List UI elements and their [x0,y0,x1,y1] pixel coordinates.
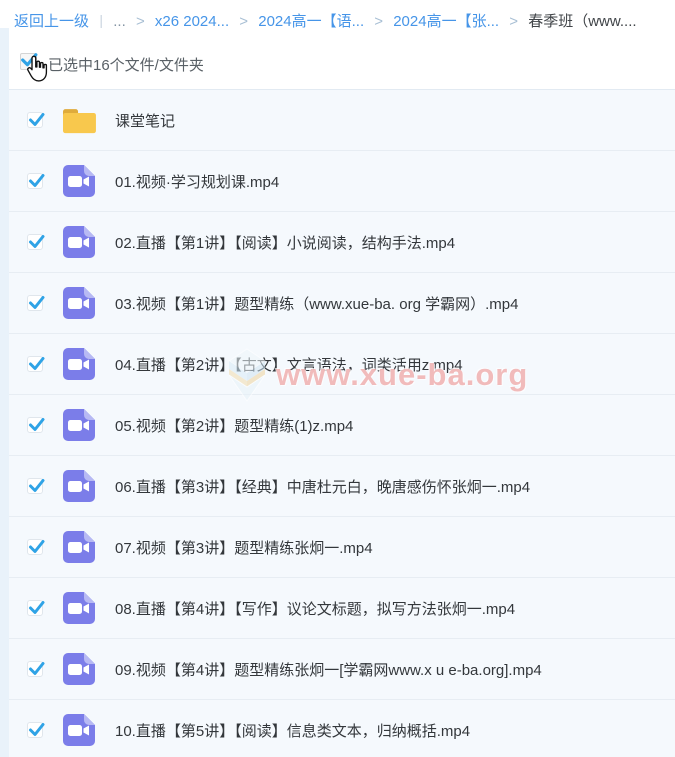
file-checkbox[interactable] [27,417,43,433]
video-file-icon [60,589,98,627]
video-file-icon [60,162,98,200]
file-name[interactable]: 04.直播【第2讲】【古文】文言语法，词类活用z.mp4 [115,354,463,375]
video-file-icon [60,711,98,749]
checkmark-icon [19,50,39,70]
selection-bar: 已选中16个文件/文件夹 [9,28,675,90]
file-row[interactable]: 08.直播【第4讲】【写作】议论文标题，拟写方法张炯一.mp4 [9,578,675,639]
checkmark-icon [27,659,46,678]
left-margin-strip [0,28,9,757]
file-checkbox[interactable] [27,356,43,372]
video-file-icon [60,284,98,322]
file-name[interactable]: 02.直播【第1讲】【阅读】小说阅读，结构手法.mp4 [115,232,455,253]
file-name[interactable]: 08.直播【第4讲】【写作】议论文标题，拟写方法张炯一.mp4 [115,598,515,619]
checkmark-icon [27,598,46,617]
file-row[interactable]: 09.视频【第4讲】题型精练张炯一[学霸网www.x u e-ba.org].m… [9,639,675,700]
checkmark-icon [27,720,46,739]
file-row[interactable]: 10.直播【第5讲】【阅读】信息类文本，归纳概括.mp4 [9,700,675,757]
file-name[interactable]: 09.视频【第4讲】题型精练张炯一[学霸网www.x u e-ba.org].m… [115,659,542,680]
file-name[interactable]: 06.直播【第3讲】【经典】中唐杜元白，晚唐感伤怀张炯一.mp4 [115,476,530,497]
file-row[interactable]: 03.视频【第1讲】题型精练（www.xue-ba. org 学霸网）.mp4 [9,273,675,334]
file-checkbox[interactable] [27,173,43,189]
video-file-icon [60,223,98,261]
file-name[interactable]: 05.视频【第2讲】题型精练(1)z.mp4 [115,415,353,436]
folder-icon [60,101,98,139]
file-checkbox[interactable] [27,600,43,616]
file-name[interactable]: 10.直播【第5讲】【阅读】信息类文本，归纳概括.mp4 [115,720,470,741]
file-checkbox[interactable] [27,112,43,128]
file-checkbox[interactable] [27,478,43,494]
file-list: 课堂笔记 01.视频·学习规划课.mp4 [9,90,675,757]
file-row[interactable]: 05.视频【第2讲】题型精练(1)z.mp4 [9,395,675,456]
file-checkbox[interactable] [27,661,43,677]
file-row[interactable]: 04.直播【第2讲】【古文】文言语法，词类活用z.mp4 [9,334,675,395]
checkmark-icon [27,354,46,373]
file-row[interactable]: 课堂笔记 [9,90,675,151]
file-checkbox[interactable] [27,295,43,311]
file-row[interactable]: 02.直播【第1讲】【阅读】小说阅读，结构手法.mp4 [9,212,675,273]
file-name[interactable]: 07.视频【第3讲】题型精练张炯一.mp4 [115,537,373,558]
checkmark-icon [27,476,46,495]
file-manager-page: 返回上一级 | ... > x26 2024... > 2024高一【语... … [0,0,675,757]
video-file-icon [60,345,98,383]
file-name[interactable]: 01.视频·学习规划课.mp4 [115,171,279,192]
video-file-icon [60,467,98,505]
file-checkbox[interactable] [27,722,43,738]
checkmark-icon [27,232,46,251]
checkmark-icon [27,415,46,434]
video-file-icon [60,406,98,444]
checkmark-icon [27,171,46,190]
file-checkbox[interactable] [27,539,43,555]
checkmark-icon [27,537,46,556]
selection-count-label: 已选中16个文件/文件夹 [48,54,204,75]
select-all-checkbox[interactable] [20,53,37,70]
file-name[interactable]: 03.视频【第1讲】题型精练（www.xue-ba. org 学霸网）.mp4 [115,293,518,314]
checkmark-icon [27,293,46,312]
file-checkbox[interactable] [27,234,43,250]
file-row[interactable]: 01.视频·学习规划课.mp4 [9,151,675,212]
file-name[interactable]: 课堂笔记 [115,110,175,131]
checkmark-icon [27,110,46,129]
video-file-icon [60,528,98,566]
file-row[interactable]: 06.直播【第3讲】【经典】中唐杜元白，晚唐感伤怀张炯一.mp4 [9,456,675,517]
file-row[interactable]: 07.视频【第3讲】题型精练张炯一.mp4 [9,517,675,578]
video-file-icon [60,650,98,688]
